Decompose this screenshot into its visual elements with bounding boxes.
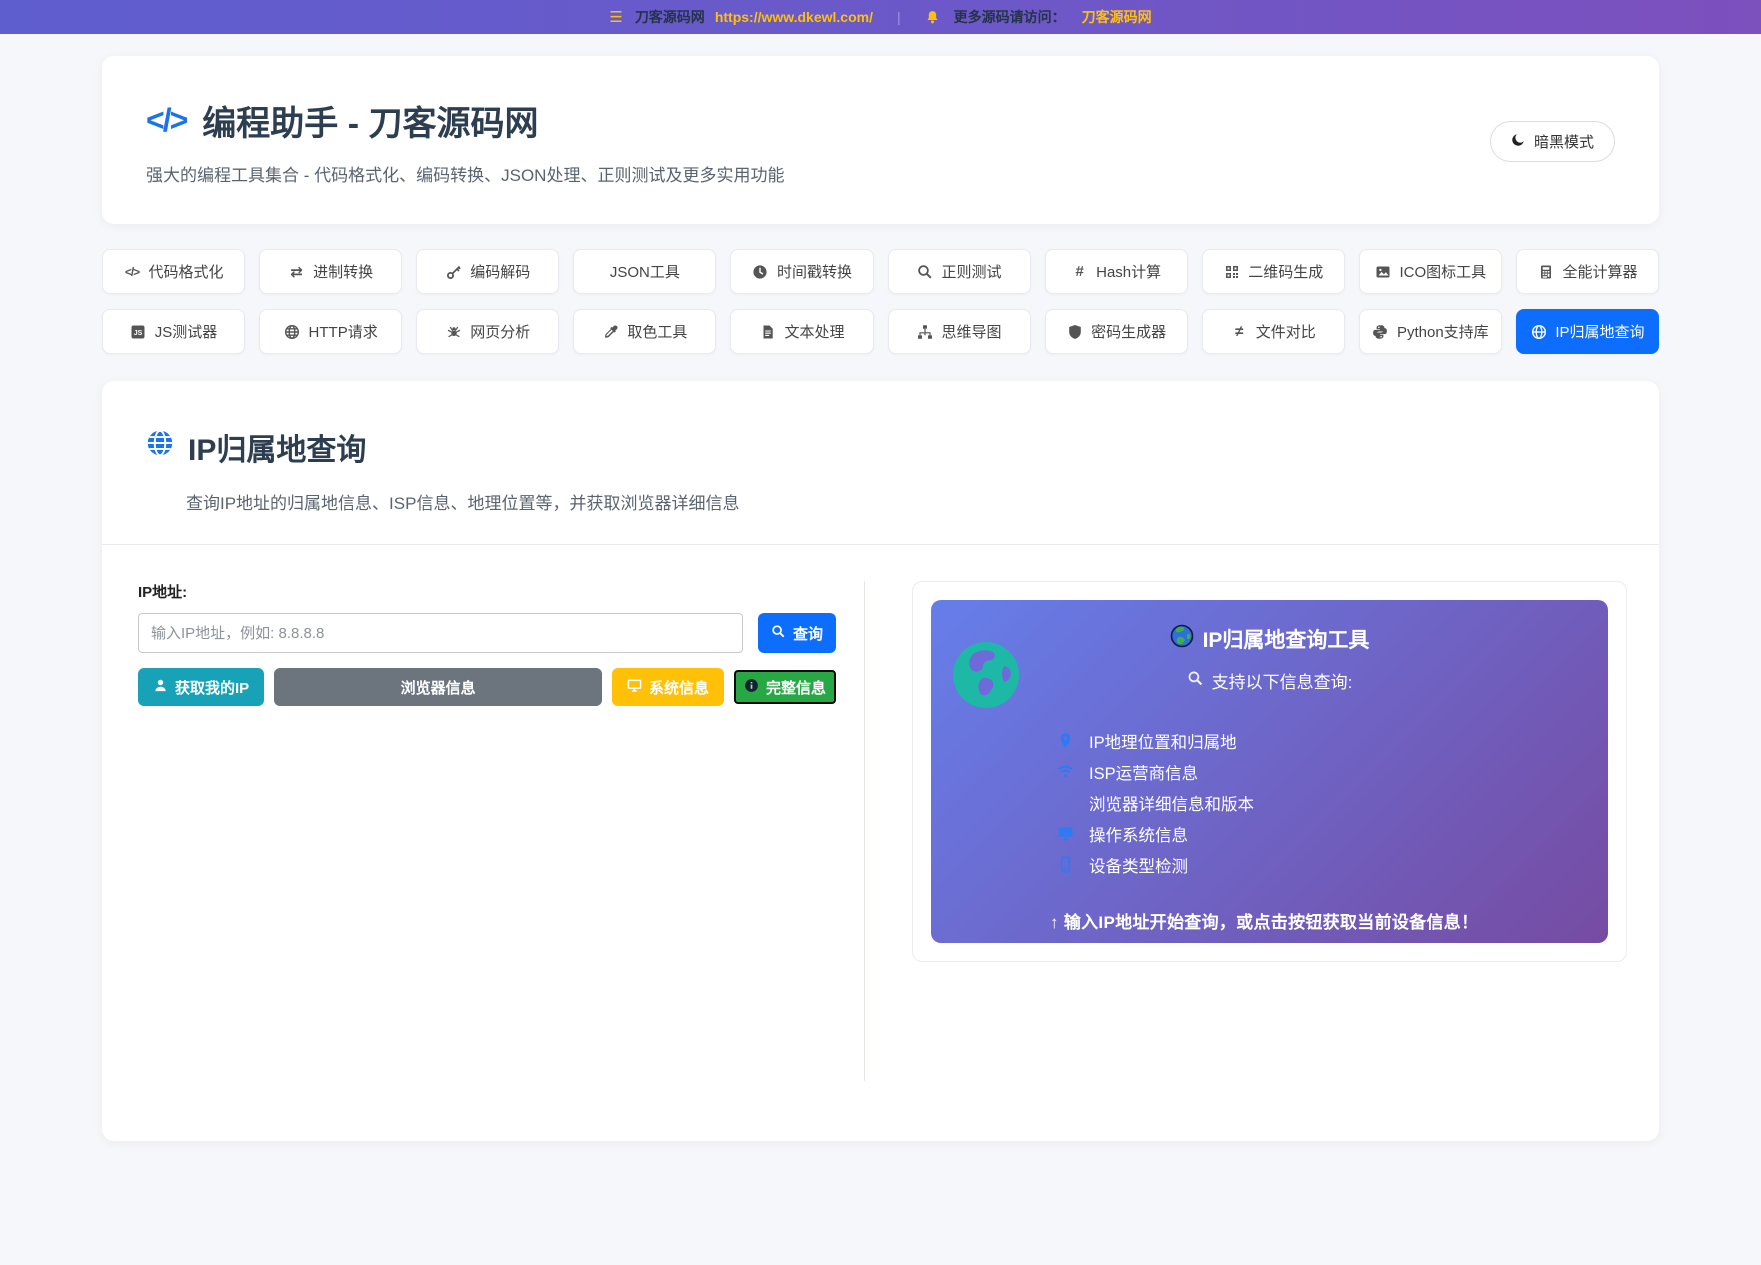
ip-tool-intro-box: IP归属地查询工具 支持以下信息查询: IP地理位置和归属地 ISP运营商信息 … [931,600,1608,943]
svg-text:JS: JS [134,330,143,337]
dark-mode-button[interactable]: 暗黑模式 [1489,120,1615,162]
system-info-button[interactable]: 系统信息 [611,668,724,706]
exchange-icon: ⇄ [290,263,303,281]
shield-icon [1066,323,1083,340]
browser-info-button[interactable]: 浏览器信息 [274,668,602,706]
search-icon [917,263,934,280]
site-name: 刀客源码网 [634,9,705,25]
query-form: IP地址: 查询 获取我的IP [102,581,865,1081]
globe-icon [1530,323,1547,340]
not-equal-icon: ≠ [1235,323,1244,340]
tab-http-request[interactable]: HTTP请求 [259,309,403,354]
calculator-icon [1537,263,1554,280]
globe-decoration-icon [953,642,1019,708]
tab-qrcode-generator[interactable]: 二维码生成 [1201,249,1345,294]
python-icon [1372,323,1389,340]
section-subtitle: 查询IP地址的归属地信息、ISP信息、地理位置等，并获取浏览器详细信息 [186,494,740,513]
file-text-icon [759,323,776,340]
more-sources-text: 更多源码请访问： [953,9,1066,25]
tab-python-libs[interactable]: Python支持库 [1358,309,1502,354]
tab-calculator[interactable]: 全能计算器 [1515,249,1659,294]
tab-ico-tools[interactable]: ICO图标工具 [1358,249,1502,294]
qrcode-icon [1223,263,1240,280]
tab-file-diff[interactable]: ≠ 文件对比 [1201,309,1345,354]
divider [102,544,1659,545]
feature-item: 操作系统信息 [1056,818,1578,849]
moon-icon [1511,132,1526,151]
full-info-button[interactable]: 完整信息 [733,670,836,704]
more-sources-link[interactable]: 刀客源码网 [1082,7,1152,27]
tab-encoder-decoder[interactable]: 编码解码 [416,249,560,294]
page-header: </> 编程助手 - 刀客源码网 强大的编程工具集合 - 代码格式化、编码转换、… [102,56,1659,224]
code-icon: </> [146,102,188,138]
earth-icon [1170,624,1194,654]
magnifier-icon [1187,670,1204,692]
tab-timestamp-converter[interactable]: 时间戳转换 [730,249,874,294]
info-icon [744,678,759,697]
feature-list: IP地理位置和归属地 ISP运营商信息 浏览器详细信息和版本 操作系统信息 设备… [1056,725,1578,880]
tool-nav: </> 代码格式化 ⇄ 进制转换 编码解码 JSON工具 时间戳转换 正则测试 [102,249,1659,354]
wifi-icon [1056,763,1075,780]
info-card: IP归属地查询工具 支持以下信息查询: IP地理位置和归属地 ISP运营商信息 … [912,581,1627,962]
ip-input[interactable] [138,613,743,653]
tab-mindmap[interactable]: 思维导图 [887,309,1031,354]
panel-title: IP归属地查询工具 [1202,629,1370,652]
bell-icon [925,10,940,25]
panel-subtitle: 支持以下信息查询: [1211,673,1353,692]
mobile-icon [1056,856,1075,873]
site-url-link[interactable]: https://www.dkewl.com/ [715,9,873,25]
page-subtitle: 强大的编程工具集合 - 代码格式化、编码转换、JSON处理、正则测试及更多实用功… [146,166,785,185]
tab-hash-calculator[interactable]: # Hash计算 [1044,249,1188,294]
globe-icon [146,429,174,465]
panel-footer-hint: ↑ 输入IP地址开始查询，或点击按钮获取当前设备信息！ [1050,913,1479,932]
feature-item: ISP运营商信息 [1056,756,1578,787]
js-icon: JS [130,323,147,340]
key-icon [445,263,462,280]
tab-ip-lookup[interactable]: IP归属地查询 [1515,309,1659,354]
code-icon: </> [124,264,140,279]
spider-icon [445,323,462,340]
tab-password-generator[interactable]: 密码生成器 [1044,309,1188,354]
info-column: IP归属地查询工具 支持以下信息查询: IP地理位置和归属地 ISP运营商信息 … [865,581,1659,1081]
tab-text-processor[interactable]: 文本处理 [730,309,874,354]
tab-code-formatter[interactable]: </> 代码格式化 [102,249,246,294]
location-pin-icon [1056,732,1075,749]
feature-item: 设备类型检测 [1056,849,1578,880]
hash-icon: # [1075,263,1084,280]
tab-js-tester[interactable]: JS JS测试器 [102,309,246,354]
globe-icon [284,323,301,340]
image-icon [1375,263,1392,280]
tab-regex-tester[interactable]: 正则测试 [887,249,1031,294]
ip-address-label: IP地址: [138,584,188,601]
user-icon [153,678,168,697]
page-title: 编程助手 - 刀客源码网 [202,105,539,143]
separator: | [896,9,901,25]
monitor-icon [1056,825,1075,842]
eyedropper-icon [602,323,619,340]
section-title: IP归属地查询 [188,434,367,467]
search-icon [771,624,786,643]
tab-color-picker[interactable]: 取色工具 [573,309,717,354]
top-announcement-bar: ☰ 刀客源码网 https://www.dkewl.com/ | 更多源码请访问… [0,0,1761,34]
menu-icon: ☰ [609,9,623,26]
monitor-icon [627,678,642,697]
sitemap-icon [917,323,934,340]
feature-item: 浏览器详细信息和版本 [1089,795,1254,814]
tab-base-converter[interactable]: ⇄ 进制转换 [259,249,403,294]
query-button[interactable]: 查询 [758,613,836,653]
feature-item: IP地理位置和归属地 [1056,725,1578,756]
clock-icon [752,263,769,280]
tab-web-analyzer[interactable]: 网页分析 [416,309,560,354]
ip-lookup-panel: IP归属地查询 查询IP地址的归属地信息、ISP信息、地理位置等，并获取浏览器详… [102,381,1659,1141]
tab-json-tools[interactable]: JSON工具 [573,249,717,294]
get-my-ip-button[interactable]: 获取我的IP [138,668,265,706]
